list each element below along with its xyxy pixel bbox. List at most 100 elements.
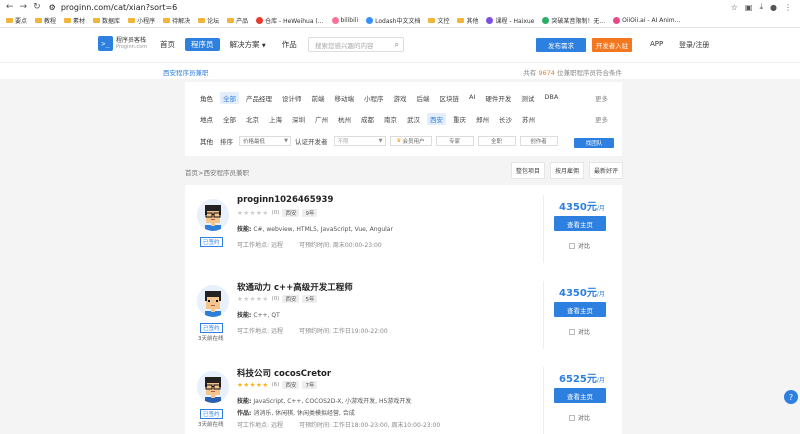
bookmark-item[interactable]: OiiOii.ai - AI Anim... xyxy=(613,17,680,24)
menu-icon[interactable]: ⋮ xyxy=(784,3,792,12)
role-chip[interactable]: 区块链 xyxy=(437,92,463,104)
bookmark-item[interactable]: 突破某音限制！无... xyxy=(542,16,605,25)
place-chip[interactable]: 武汉 xyxy=(404,113,423,125)
place-chip[interactable]: 杭州 xyxy=(335,113,354,125)
compare-toggle[interactable]: 对比 xyxy=(569,413,590,422)
role-chip[interactable]: 游戏 xyxy=(391,92,410,104)
bookmark-item[interactable]: 论坛 xyxy=(198,16,219,25)
role-chip[interactable]: 前端 xyxy=(309,92,328,104)
publish-request-button[interactable]: 发布需求 xyxy=(536,38,586,52)
place-chip[interactable]: 郑州 xyxy=(473,113,492,125)
role-chip[interactable]: 小程序 xyxy=(361,92,387,104)
sort-select[interactable]: 价格最低 ▼ xyxy=(239,136,291,146)
place-chip[interactable]: 全部 xyxy=(220,113,239,125)
expert-filter-button[interactable]: 专家 xyxy=(435,136,474,146)
role-chip[interactable]: 测试 xyxy=(518,92,537,104)
developer-name[interactable]: 科技公司 cocosCretor xyxy=(237,367,331,379)
nav-works[interactable]: 作品 xyxy=(282,38,297,51)
nav-home[interactable]: 首页 xyxy=(160,38,175,51)
place-chip[interactable]: 深圳 xyxy=(289,113,308,125)
bookmark-item[interactable]: 小程序 xyxy=(128,16,155,25)
sort-tab-latest-reviews[interactable]: 最新好评 xyxy=(589,162,624,179)
compare-toggle[interactable]: 对比 xyxy=(569,241,590,250)
place-chip[interactable]: 长沙 xyxy=(496,113,515,125)
developer-name[interactable]: proginn1026465939 xyxy=(237,195,333,205)
profile-icon[interactable]: ● xyxy=(770,3,777,12)
role-chip[interactable]: AI xyxy=(466,92,478,104)
compare-checkbox[interactable] xyxy=(569,242,575,249)
time-label: 可预约时间: xyxy=(298,422,331,429)
role-chip[interactable]: 设计师 xyxy=(279,92,305,104)
breadcrumb[interactable]: 首页>西安程序员兼职 xyxy=(185,167,249,177)
star-icon[interactable]: ☆ xyxy=(731,3,738,12)
fulltime-filter-button[interactable]: 全职 xyxy=(477,136,516,146)
bookmark-item[interactable]: Lodash中文文档 xyxy=(366,16,420,25)
bookmark-item[interactable]: 数据库 xyxy=(93,16,120,25)
site-logo[interactable]: >_ 程序员客栈 Proginn.com xyxy=(98,36,147,51)
bookmark-item[interactable]: 仓库 - HeWeihua (... xyxy=(256,16,324,25)
view-profile-button[interactable]: 查看主页 xyxy=(554,216,606,231)
find-team-button[interactable]: 找团队 xyxy=(574,138,614,148)
bookmark-label: 教程 xyxy=(44,18,57,25)
compare-checkbox[interactable] xyxy=(569,414,575,421)
place-chip[interactable]: 西安 xyxy=(427,113,446,125)
place-chip[interactable]: 上海 xyxy=(266,113,285,125)
creator-filter-button[interactable]: 创作者 xyxy=(519,136,558,146)
bookmark-item[interactable]: 教程 xyxy=(35,16,56,25)
view-profile-button[interactable]: 查看主页 xyxy=(554,388,606,403)
nav-developers[interactable]: 程序员 xyxy=(185,38,220,51)
place-chip[interactable]: 重庆 xyxy=(450,113,469,125)
url-text[interactable]: proginn.com/cat/xian?sort=6 xyxy=(61,3,177,12)
place-more-link[interactable]: 更多 xyxy=(595,114,608,124)
bookmark-label: Lodash中文文档 xyxy=(375,18,421,25)
avatar[interactable] xyxy=(197,199,229,231)
sort-tab-monthly[interactable]: 按月雇佣 xyxy=(550,162,585,179)
address-bar[interactable]: ⚙ proginn.com/cat/xian?sort=6 xyxy=(49,3,178,12)
compare-checkbox[interactable] xyxy=(569,328,575,335)
nav-solutions[interactable]: 解决方案 ▼ xyxy=(230,38,266,51)
back-icon[interactable]: ← xyxy=(6,2,14,12)
view-profile-button[interactable]: 查看主页 xyxy=(554,302,606,317)
bookmark-item[interactable]: 产品 xyxy=(227,16,248,25)
role-chip[interactable]: DBA xyxy=(541,92,561,104)
search-icon[interactable]: ⌕ xyxy=(395,40,399,50)
role-chip[interactable]: 产品经理 xyxy=(243,92,275,104)
place-chip[interactable]: 广州 xyxy=(312,113,331,125)
login-link[interactable]: 登录/注册 xyxy=(679,40,709,50)
forward-icon[interactable]: → xyxy=(20,2,28,12)
support-icon[interactable]: ? xyxy=(784,390,798,404)
compare-label: 对比 xyxy=(578,243,591,250)
extensions-icon[interactable]: ▣ xyxy=(745,3,753,12)
bookmark-item[interactable]: 文控 xyxy=(428,16,449,25)
app-link[interactable]: APP xyxy=(650,40,663,48)
role-chip[interactable]: 移动端 xyxy=(332,92,358,104)
reload-icon[interactable]: ↻ xyxy=(33,2,41,12)
developer-card: 已签约 3天前在线 软通动力 c++高级开发工程师 ★★★★★ (0) 西安 5年 技能: C… xyxy=(185,271,622,357)
downloads-icon[interactable]: ⤓ xyxy=(759,2,763,12)
bookmark-item[interactable]: 素材 xyxy=(64,16,85,25)
site-info-icon[interactable]: ⚙ xyxy=(49,3,56,12)
developer-name[interactable]: 软通动力 c++高级开发工程师 xyxy=(237,281,353,293)
place-chip[interactable]: 北京 xyxy=(243,113,262,125)
place-chip[interactable]: 苏州 xyxy=(519,113,538,125)
auth-select[interactable]: 不限 ▼ xyxy=(333,136,386,146)
place-chip[interactable]: 南京 xyxy=(381,113,400,125)
bookmark-item[interactable]: 其他 xyxy=(457,16,478,25)
member-filter-button[interactable]: ♛ 会员用户 xyxy=(389,136,432,146)
role-more-link[interactable]: 更多 xyxy=(595,93,608,103)
role-chip[interactable]: 硬件开发 xyxy=(482,92,514,104)
role-chip[interactable]: 后端 xyxy=(414,92,433,104)
search-input[interactable]: 搜索您感兴趣的内容 ⌕ xyxy=(308,37,404,52)
bookmark-item[interactable]: 课程 - Haixue xyxy=(486,16,534,25)
place-chip[interactable]: 成都 xyxy=(358,113,377,125)
compare-toggle[interactable]: 对比 xyxy=(569,327,590,336)
avatar[interactable] xyxy=(197,285,229,317)
card-divider xyxy=(543,195,544,263)
developer-join-button[interactable]: 开发者入驻 xyxy=(592,38,632,52)
bookmark-item[interactable]: 要点 xyxy=(6,16,27,25)
avatar[interactable] xyxy=(197,371,229,403)
sort-tab-package[interactable]: 整包项目 xyxy=(511,162,546,179)
bookmark-item[interactable]: bilibili xyxy=(331,17,358,24)
role-chip[interactable]: 全部 xyxy=(220,92,239,104)
bookmark-item[interactable]: 待解决 xyxy=(163,16,190,25)
